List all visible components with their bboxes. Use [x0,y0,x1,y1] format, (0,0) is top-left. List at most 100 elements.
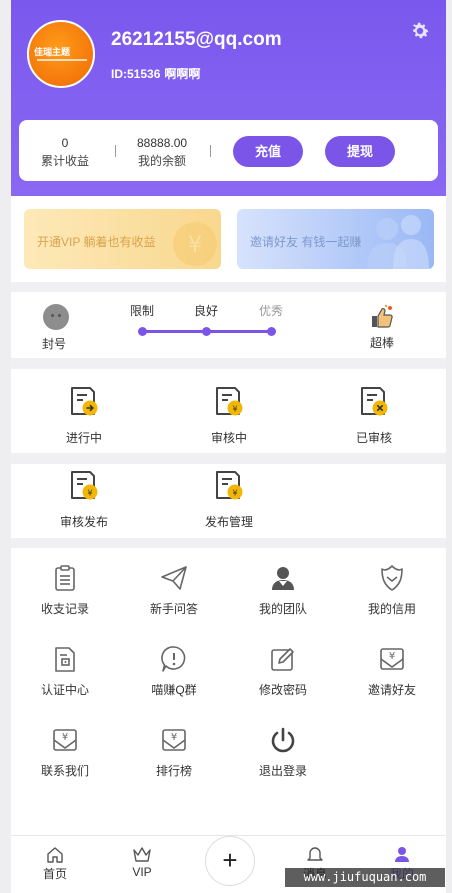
level-good: 良好 [194,304,219,318]
banned-level: 封号 [41,304,71,352]
menu-item-change-password[interactable]: 修改密码 [243,645,323,698]
gear-icon[interactable] [409,20,431,42]
thumbs-up-icon [372,304,393,328]
paper-plane-icon [161,566,187,590]
menu-item-faq[interactable]: 新手问答 [134,564,214,617]
menu-item-contact[interactable]: ¥ 联系我们 [25,726,105,779]
avatar-logo-text: 佳瑞主题 [34,47,71,57]
badge-icon [381,565,403,591]
divider [210,145,211,157]
people-decoration-icon [367,215,429,269]
user-id: ID:51536 [111,67,161,81]
coin-decoration-icon: ¥ [173,222,217,266]
svg-text:¥: ¥ [232,489,237,498]
sad-face-icon [43,304,69,330]
yen-envelope-icon: ¥ [53,729,77,751]
in-progress-label: 进行中 [65,431,102,445]
balance-label: 我的余额 [138,154,187,168]
yen-envelope-icon: ¥ [380,648,404,670]
task-status-section: 进行中 ¥ 审核中 已审核 [11,369,446,453]
profile-header: 佳瑞主题 26212155@qq.com ID:51536 啊啊啊 0 累计收益 … [11,0,446,196]
invite-banner[interactable]: 邀请好友 有钱一起赚 [237,209,434,269]
svg-text:¥: ¥ [87,489,92,498]
divider [115,145,116,157]
progress-dot [267,327,276,336]
publish-status-section: ¥ 审核发布 ¥ 发布管理 [11,464,446,538]
promo-banners: ¥ 开通VIP 躺着也有收益 邀请好友 有钱一起赚 [11,196,446,282]
invite-banner-label: 邀请好友 有钱一起赚 [250,235,362,249]
menu-item-label: 联系我们 [40,764,89,778]
in-progress-item[interactable]: 进行中 [49,386,119,446]
recharge-button[interactable]: 充值 [233,136,303,167]
svg-text:¥: ¥ [389,651,395,662]
menu-item-label: 我的信用 [367,602,416,616]
credit-level-section: 封号 限制 良好 优秀 超棒 [11,292,446,358]
level-excellent: 优秀 [259,304,284,318]
menu-item-label: 收支记录 [40,602,89,616]
reviewed-item[interactable]: 已审核 [339,386,409,446]
menu-item-credit[interactable]: 我的信用 [352,564,432,617]
power-icon [271,727,295,753]
svg-text:¥: ¥ [188,233,202,258]
yen-envelope-icon: ¥ [162,729,186,751]
menu-item-label: 认证中心 [40,683,89,697]
vip-banner[interactable]: ¥ 开通VIP 躺着也有收益 [24,209,221,269]
user-email: 26212155@qq.com [111,29,282,50]
doc-coin-icon: ¥ [216,387,243,416]
menu-item-label: 邀请好友 [367,683,416,697]
user-id-row: ID:51536 啊啊啊 [111,65,204,82]
svg-text:¥: ¥ [171,732,177,743]
svg-text:¥: ¥ [232,405,237,414]
tab-home-label: 首页 [42,867,67,881]
reviewed-label: 已审核 [355,431,392,445]
alert-bubble-icon [161,646,186,672]
doc-coin-icon: ¥ [71,471,98,500]
progress-dot [202,327,211,336]
balance-value: 88888.00 [137,136,188,150]
clipboard-icon [55,565,75,591]
profile-page: 佳瑞主题 26212155@qq.com ID:51536 啊啊啊 0 累计收益 … [0,0,452,893]
menu-item-label: 排行榜 [155,764,192,778]
user-icon [395,847,409,862]
menu-grid: 收支记录 新手问答 我的团队 我的信用 认证中心 喵赚Q群 修改密码 ¥ 邀请好… [11,548,446,835]
review-publish-label: 审核发布 [59,515,108,529]
user-nickname: 啊啊啊 [164,67,201,81]
add-button[interactable]: + [205,836,255,886]
review-publish-item[interactable]: ¥ 审核发布 [49,470,119,530]
awesome-level: 超棒 [369,304,395,351]
menu-item-verification[interactable]: 认证中心 [25,645,105,698]
watermark: www.jiufuquan.com [285,868,445,887]
reviewing-label: 审核中 [210,431,247,445]
home-icon [47,847,63,863]
menu-item-logout[interactable]: 退出登录 [243,726,323,779]
menu-item-records[interactable]: 收支记录 [25,564,105,617]
reviewing-item[interactable]: ¥ 审核中 [194,386,264,446]
team-icon [272,567,294,590]
doc-coin-icon: ¥ [216,471,243,500]
menu-item-label: 退出登录 [258,764,307,778]
menu-item-leaderboard[interactable]: ¥ 排行榜 [134,726,214,779]
tab-home[interactable]: 首页 [30,846,80,882]
earnings-value: 0 [61,136,69,150]
banned-label: 封号 [41,337,66,351]
tab-vip[interactable]: VIP [117,846,167,879]
right-margin [446,0,452,893]
doc-x-icon [361,387,388,416]
menu-item-team[interactable]: 我的团队 [243,564,323,617]
credit-progress-track [138,327,276,336]
menu-item-invite[interactable]: ¥ 邀请好友 [352,645,432,698]
withdraw-button[interactable]: 提现 [325,136,395,167]
menu-item-qq-group[interactable]: 喵赚Q群 [134,645,214,698]
publish-manage-item[interactable]: ¥ 发布管理 [194,470,264,530]
menu-item-label: 新手问答 [149,602,198,616]
balance-stat: 88888.00 我的余额 [137,136,187,169]
bell-icon [307,847,323,861]
doc-arrow-icon [71,387,98,416]
avatar[interactable]: 佳瑞主题 [27,20,95,88]
tab-vip-label: VIP [132,865,152,879]
edit-icon [271,648,294,671]
wallet-card: 0 累计收益 88888.00 我的余额 充值 提现 [19,120,438,181]
menu-item-label: 喵赚Q群 [151,683,197,697]
menu-item-label: 我的团队 [258,602,307,616]
awesome-label: 超棒 [369,336,394,350]
